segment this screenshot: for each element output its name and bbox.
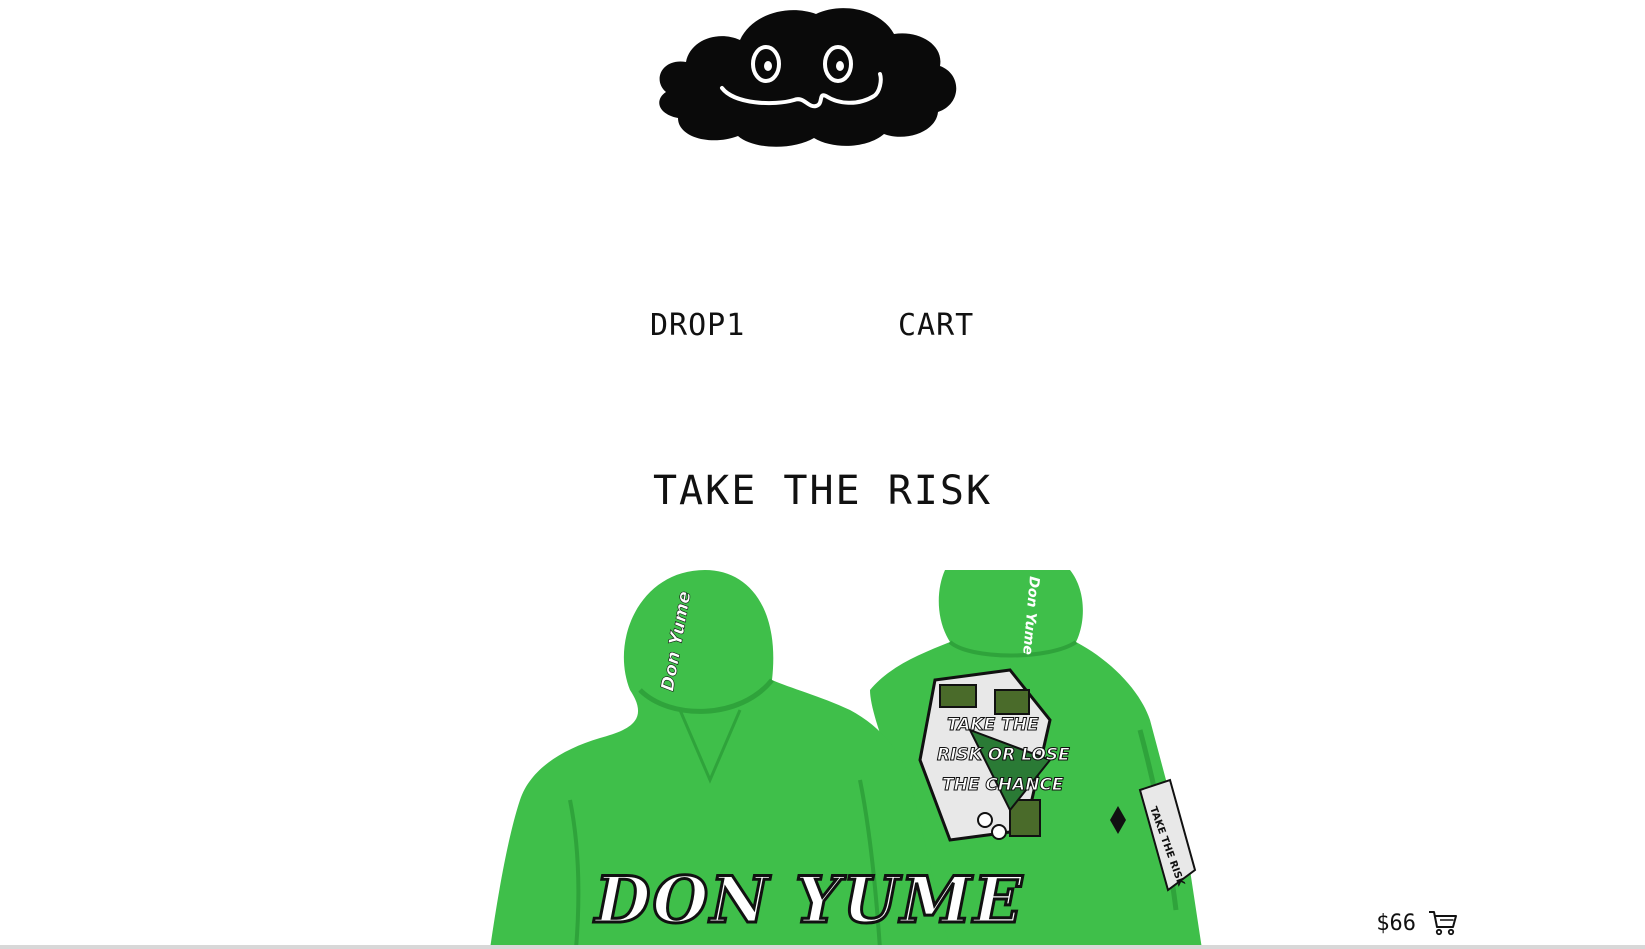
shopping-cart-icon[interactable] bbox=[1428, 910, 1458, 936]
cloud-face-logo-icon bbox=[659, 8, 957, 147]
front-print: DON YUME bbox=[593, 863, 1024, 938]
product-price: $66 bbox=[1376, 910, 1416, 936]
product-image[interactable]: TAKE THE RISK OR LOSE THE CHANCE TAKE TH… bbox=[450, 570, 1240, 949]
back-print-line2: RISK OR LOSE bbox=[937, 745, 1070, 765]
add-to-cart-bar[interactable]: $66 bbox=[1376, 910, 1458, 936]
nav-cart[interactable]: CART bbox=[898, 308, 974, 344]
back-print-line3: THE CHANCE bbox=[942, 775, 1064, 795]
nav-drop1[interactable]: DROP1 bbox=[650, 308, 745, 344]
page: DROP1 CART TAKE THE RISK TAKE THE RISK O… bbox=[0, 0, 1645, 949]
back-print-line1: TAKE THE bbox=[947, 715, 1039, 735]
site-logo[interactable] bbox=[648, 0, 968, 150]
footer-divider bbox=[0, 945, 1645, 949]
page-title: TAKE THE RISK bbox=[652, 468, 993, 514]
green-hoodie-front-back-image: TAKE THE RISK OR LOSE THE CHANCE TAKE TH… bbox=[490, 570, 1202, 949]
